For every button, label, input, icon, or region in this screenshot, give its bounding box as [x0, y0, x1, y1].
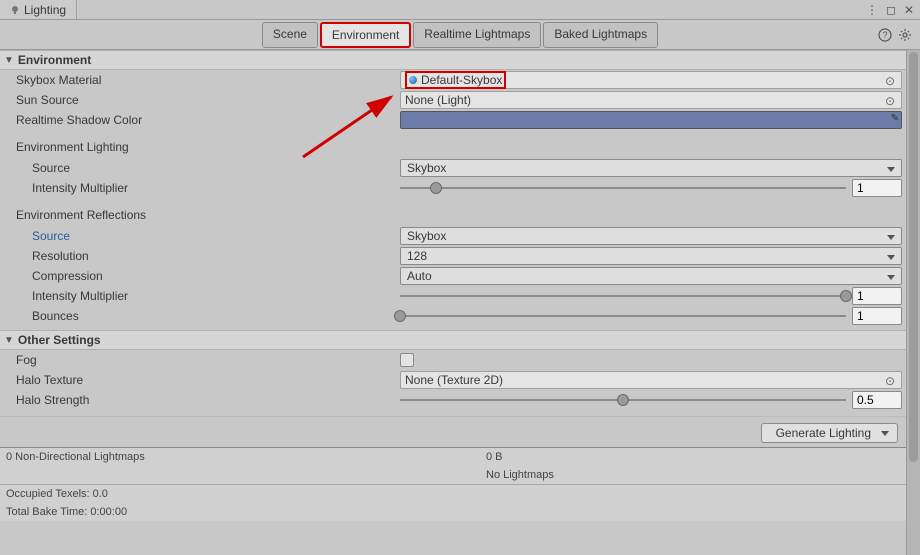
- settings-gear-icon[interactable]: [898, 28, 912, 42]
- label-lighting-intensity: Intensity Multiplier: [32, 181, 400, 195]
- window-close-icon[interactable]: ✕: [904, 3, 914, 17]
- label-sun-source: Sun Source: [16, 93, 400, 107]
- row-realtime-shadow-color: Realtime Shadow Color ✎: [0, 110, 906, 130]
- dropdown-resolution[interactable]: 128: [400, 247, 902, 265]
- status-occupied-texels: Occupied Texels: 0.0: [6, 488, 108, 500]
- generate-lighting-label: Generate Lighting: [776, 426, 871, 440]
- generate-lighting-row: Generate Lighting: [0, 416, 906, 447]
- section-other-settings-header[interactable]: ▼ Other Settings: [0, 330, 906, 350]
- label-skybox-material: Skybox Material: [16, 73, 400, 87]
- label-bounces: Bounces: [32, 309, 400, 323]
- field-sun-source[interactable]: None (Light): [400, 91, 902, 109]
- row-reflections-intensity: Intensity Multiplier: [0, 286, 906, 306]
- window-undock-icon[interactable]: ◻: [886, 3, 896, 17]
- inspector-body: ▼ Environment Skybox Material Default-Sk…: [0, 50, 906, 555]
- help-icon[interactable]: ?: [878, 28, 892, 42]
- slider-reflections-intensity[interactable]: [400, 287, 846, 305]
- row-compression: Compression Auto: [0, 266, 906, 286]
- tab-baked-lightmaps[interactable]: Baked Lightmaps: [543, 22, 658, 48]
- input-bounces[interactable]: [852, 307, 902, 325]
- row-bounces: Bounces: [0, 306, 906, 326]
- field-halo-texture[interactable]: None (Texture 2D): [400, 371, 902, 389]
- object-picker-icon[interactable]: [885, 94, 897, 106]
- label-fog: Fog: [16, 353, 400, 367]
- status-bake-time: Total Bake Time: 0:00:00: [6, 506, 127, 518]
- object-picker-icon[interactable]: [885, 374, 897, 386]
- label-reflections-intensity: Intensity Multiplier: [32, 289, 400, 303]
- svg-text:?: ?: [882, 30, 887, 40]
- row-resolution: Resolution 128: [0, 246, 906, 266]
- row-lighting-source: Source Skybox: [0, 158, 906, 178]
- compression-value: Auto: [407, 269, 432, 283]
- tab-realtime-lightmaps[interactable]: Realtime Lightmaps: [413, 22, 541, 48]
- material-preview-icon: [409, 76, 417, 84]
- row-halo-texture: Halo Texture None (Texture 2D): [0, 370, 906, 390]
- label-halo-texture: Halo Texture: [16, 373, 400, 387]
- scrollbar-thumb[interactable]: [909, 52, 918, 462]
- vertical-scrollbar[interactable]: [906, 50, 920, 555]
- window-menu-icon[interactable]: ⋮: [866, 3, 878, 17]
- dropdown-lighting-source[interactable]: Skybox: [400, 159, 902, 177]
- lightmap-status-panel: 0 Non-Directional Lightmaps 0 B No Light…: [0, 447, 906, 521]
- status-lightmap-count: 0 Non-Directional Lightmaps: [6, 451, 486, 463]
- label-realtime-shadow-color: Realtime Shadow Color: [16, 113, 400, 127]
- status-lightmap-size: 0 B: [486, 451, 900, 463]
- section-environment-header[interactable]: ▼ Environment: [0, 50, 906, 70]
- window-tab-lighting[interactable]: Lighting: [0, 0, 77, 19]
- reflections-source-value: Skybox: [407, 229, 446, 243]
- subheading-environment-lighting: Environment Lighting: [0, 136, 906, 158]
- dropdown-compression[interactable]: Auto: [400, 267, 902, 285]
- input-halo-strength[interactable]: [852, 391, 902, 409]
- input-reflections-intensity[interactable]: [852, 287, 902, 305]
- row-reflections-source: Source Skybox: [0, 226, 906, 246]
- row-halo-strength: Halo Strength: [0, 390, 906, 410]
- lighting-source-value: Skybox: [407, 161, 446, 175]
- row-lighting-intensity: Intensity Multiplier: [0, 178, 906, 198]
- subheading-environment-reflections: Environment Reflections: [0, 204, 906, 226]
- field-skybox-material[interactable]: Default-Skybox: [400, 71, 902, 89]
- eyedropper-icon[interactable]: ✎: [891, 113, 899, 124]
- checkbox-fog[interactable]: [400, 353, 414, 367]
- resolution-value: 128: [407, 249, 427, 263]
- slider-lighting-intensity[interactable]: [400, 179, 846, 197]
- window-title-text: Lighting: [24, 3, 66, 17]
- object-picker-icon[interactable]: [885, 74, 897, 86]
- section-environment-label: Environment: [18, 53, 91, 67]
- skybox-material-value: Default-Skybox: [421, 73, 502, 87]
- label-reflections-source: Source: [32, 229, 400, 243]
- window-titlebar: Lighting ⋮ ◻ ✕: [0, 0, 920, 20]
- status-no-lightmaps: No Lightmaps: [486, 469, 900, 481]
- row-fog: Fog: [0, 350, 906, 370]
- label-lighting-source: Source: [32, 161, 400, 175]
- label-halo-strength: Halo Strength: [16, 393, 400, 407]
- row-sun-source: Sun Source None (Light): [0, 90, 906, 110]
- foldout-icon: ▼: [4, 335, 14, 346]
- generate-lighting-button[interactable]: Generate Lighting: [761, 423, 898, 443]
- tab-scene[interactable]: Scene: [262, 22, 318, 48]
- label-compression: Compression: [32, 269, 400, 283]
- label-resolution: Resolution: [32, 249, 400, 263]
- slider-bounces[interactable]: [400, 307, 846, 325]
- row-skybox-material: Skybox Material Default-Skybox: [0, 70, 906, 90]
- slider-halo-strength[interactable]: [400, 391, 846, 409]
- lighting-icon: [10, 5, 20, 15]
- tab-environment[interactable]: Environment: [320, 22, 411, 48]
- dropdown-reflections-source[interactable]: Skybox: [400, 227, 902, 245]
- field-realtime-shadow-color[interactable]: ✎: [400, 111, 902, 129]
- foldout-icon: ▼: [4, 55, 14, 66]
- section-other-settings-label: Other Settings: [18, 333, 101, 347]
- input-lighting-intensity[interactable]: [852, 179, 902, 197]
- tab-toolbar: Scene Environment Realtime Lightmaps Bak…: [0, 20, 920, 50]
- halo-texture-value: None (Texture 2D): [405, 373, 503, 387]
- sun-source-value: None (Light): [405, 93, 471, 107]
